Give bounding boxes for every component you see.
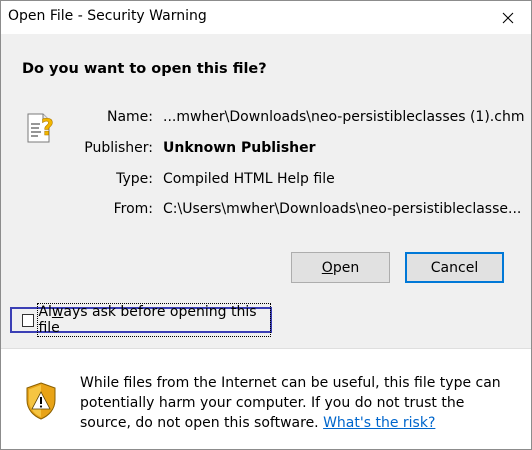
cancel-button[interactable]: Cancel [405,252,504,283]
type-value: Compiled HTML Help file [163,171,335,187]
type-label: Type: [116,171,153,187]
whats-the-risk-link[interactable]: What's the risk? [323,415,435,431]
close-button[interactable] [485,1,531,34]
always-ask-option[interactable]: Always ask before opening this file [10,303,272,337]
dialog-content: Do you want to open this file? ? Name: .… [1,34,531,348]
publisher-label: Publisher: [84,140,153,156]
prompt-question: Do you want to open this file? [22,61,267,77]
open-button[interactable]: Open [291,252,390,283]
name-value: ...mwher\Downloads\neo-persistibleclasse… [163,109,525,125]
warning-message: While files from the Internet can be use… [80,373,510,433]
name-label: Name: [106,109,153,125]
warning-section: While files from the Internet can be use… [1,349,531,449]
from-label: From: [113,201,153,217]
warning-text: While files from the Internet can be use… [80,375,501,431]
window-title: Open File - Security Warning [8,8,207,24]
security-warning-dialog: Open File - Security Warning Do you want… [0,0,532,450]
security-shield-icon [26,382,56,420]
open-button-label: Open [321,259,360,276]
publisher-value: Unknown Publisher [163,140,316,156]
title-bar[interactable]: Open File - Security Warning [1,1,531,34]
cancel-button-label: Cancel [430,259,479,276]
close-icon [502,12,514,23]
always-ask-checkbox[interactable] [22,313,35,327]
always-ask-label[interactable]: Always ask before opening this file [37,303,271,337]
from-value: C:\Users\mwher\Downloads\neo-persistible… [163,201,522,217]
